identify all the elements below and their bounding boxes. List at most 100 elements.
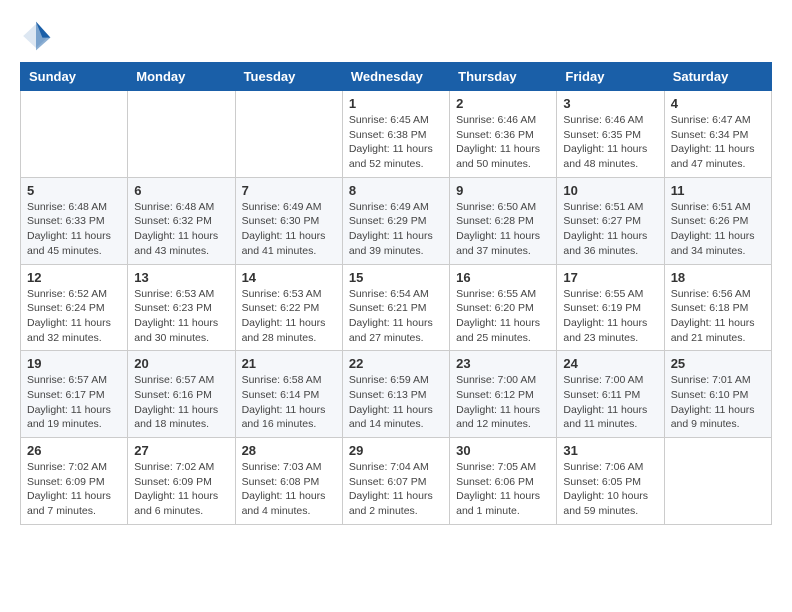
day-number: 7: [242, 183, 336, 198]
calendar-day-cell: 13 Sunrise: 6:53 AM Sunset: 6:23 PM Dayli…: [128, 264, 235, 351]
day-number: 8: [349, 183, 443, 198]
day-number: 28: [242, 443, 336, 458]
calendar-day-cell: 18Sunrise: 6:56 AM Sunset: 6:18 PM Dayli…: [664, 264, 771, 351]
day-info: Sunrise: 7:02 AM Sunset: 6:09 PM Dayligh…: [134, 460, 228, 519]
calendar-day-cell: 17Sunrise: 6:55 AM Sunset: 6:19 PM Dayli…: [557, 264, 664, 351]
calendar-week-row: 26 Sunrise: 7:02 AM Sunset: 6:09 PM Dayli…: [21, 438, 772, 525]
day-number: 26: [27, 443, 121, 458]
calendar-day-cell: [664, 438, 771, 525]
calendar-week-row: 12Sunrise: 6:52 AM Sunset: 6:24 PM Dayli…: [21, 264, 772, 351]
day-info: Sunrise: 6:48 AM Sunset: 6:33 PM Dayligh…: [27, 200, 121, 259]
day-info: Sunrise: 6:48 AM Sunset: 6:32 PM Dayligh…: [134, 200, 228, 259]
page-header: [20, 20, 772, 52]
day-info: Sunrise: 6:59 AM Sunset: 6:13 PM Dayligh…: [349, 373, 443, 432]
day-number: 2: [456, 96, 550, 111]
day-number: 13: [134, 270, 228, 285]
day-number: 21: [242, 356, 336, 371]
day-info: Sunrise: 7:00 AM Sunset: 6:11 PM Dayligh…: [563, 373, 657, 432]
calendar-day-cell: [235, 91, 342, 178]
calendar-day-cell: 31 Sunrise: 7:06 AM Sunset: 6:05 PM Dayli…: [557, 438, 664, 525]
day-number: 29: [349, 443, 443, 458]
day-number: 5: [27, 183, 121, 198]
calendar-day-cell: 16 Sunrise: 6:55 AM Sunset: 6:20 PM Dayli…: [450, 264, 557, 351]
day-info: Sunrise: 7:05 AM Sunset: 6:06 PM Dayligh…: [456, 460, 550, 519]
calendar-day-cell: 10Sunrise: 6:51 AM Sunset: 6:27 PM Dayli…: [557, 177, 664, 264]
calendar-day-cell: 5 Sunrise: 6:48 AM Sunset: 6:33 PM Daylig…: [21, 177, 128, 264]
calendar-day-cell: 2 Sunrise: 6:46 AM Sunset: 6:36 PM Daylig…: [450, 91, 557, 178]
day-number: 12: [27, 270, 121, 285]
day-number: 9: [456, 183, 550, 198]
calendar-day-header: Thursday: [450, 63, 557, 91]
day-number: 18: [671, 270, 765, 285]
calendar-day-cell: 3Sunrise: 6:46 AM Sunset: 6:35 PM Daylig…: [557, 91, 664, 178]
calendar-day-cell: [21, 91, 128, 178]
day-info: Sunrise: 6:58 AM Sunset: 6:14 PM Dayligh…: [242, 373, 336, 432]
day-info: Sunrise: 6:57 AM Sunset: 6:17 PM Dayligh…: [27, 373, 121, 432]
day-number: 30: [456, 443, 550, 458]
day-info: Sunrise: 6:46 AM Sunset: 6:35 PM Dayligh…: [563, 113, 657, 172]
day-number: 25: [671, 356, 765, 371]
calendar-day-header: Friday: [557, 63, 664, 91]
day-info: Sunrise: 7:03 AM Sunset: 6:08 PM Dayligh…: [242, 460, 336, 519]
day-number: 15: [349, 270, 443, 285]
calendar-day-cell: 28 Sunrise: 7:03 AM Sunset: 6:08 PM Dayli…: [235, 438, 342, 525]
day-info: Sunrise: 6:49 AM Sunset: 6:29 PM Dayligh…: [349, 200, 443, 259]
day-number: 4: [671, 96, 765, 111]
day-info: Sunrise: 6:47 AM Sunset: 6:34 PM Dayligh…: [671, 113, 765, 172]
day-number: 27: [134, 443, 228, 458]
calendar-day-cell: 6 Sunrise: 6:48 AM Sunset: 6:32 PM Daylig…: [128, 177, 235, 264]
day-info: Sunrise: 7:06 AM Sunset: 6:05 PM Dayligh…: [563, 460, 657, 519]
calendar-day-cell: 8 Sunrise: 6:49 AM Sunset: 6:29 PM Daylig…: [342, 177, 449, 264]
day-info: Sunrise: 6:45 AM Sunset: 6:38 PM Dayligh…: [349, 113, 443, 172]
day-number: 20: [134, 356, 228, 371]
day-number: 22: [349, 356, 443, 371]
calendar-day-cell: 7 Sunrise: 6:49 AM Sunset: 6:30 PM Daylig…: [235, 177, 342, 264]
day-number: 14: [242, 270, 336, 285]
calendar-day-cell: 24Sunrise: 7:00 AM Sunset: 6:11 PM Dayli…: [557, 351, 664, 438]
day-number: 11: [671, 183, 765, 198]
day-info: Sunrise: 7:02 AM Sunset: 6:09 PM Dayligh…: [27, 460, 121, 519]
calendar-day-cell: 4 Sunrise: 6:47 AM Sunset: 6:34 PM Daylig…: [664, 91, 771, 178]
calendar-day-cell: 12Sunrise: 6:52 AM Sunset: 6:24 PM Dayli…: [21, 264, 128, 351]
calendar-day-header: Wednesday: [342, 63, 449, 91]
calendar-day-cell: 26 Sunrise: 7:02 AM Sunset: 6:09 PM Dayli…: [21, 438, 128, 525]
day-number: 19: [27, 356, 121, 371]
day-info: Sunrise: 7:00 AM Sunset: 6:12 PM Dayligh…: [456, 373, 550, 432]
day-info: Sunrise: 6:46 AM Sunset: 6:36 PM Dayligh…: [456, 113, 550, 172]
day-info: Sunrise: 6:57 AM Sunset: 6:16 PM Dayligh…: [134, 373, 228, 432]
calendar-day-cell: 21 Sunrise: 6:58 AM Sunset: 6:14 PM Dayli…: [235, 351, 342, 438]
calendar-day-cell: 25Sunrise: 7:01 AM Sunset: 6:10 PM Dayli…: [664, 351, 771, 438]
calendar-day-cell: 30 Sunrise: 7:05 AM Sunset: 6:06 PM Dayli…: [450, 438, 557, 525]
day-number: 17: [563, 270, 657, 285]
day-info: Sunrise: 6:54 AM Sunset: 6:21 PM Dayligh…: [349, 287, 443, 346]
calendar-day-cell: 14 Sunrise: 6:53 AM Sunset: 6:22 PM Dayli…: [235, 264, 342, 351]
day-info: Sunrise: 6:51 AM Sunset: 6:27 PM Dayligh…: [563, 200, 657, 259]
day-info: Sunrise: 7:04 AM Sunset: 6:07 PM Dayligh…: [349, 460, 443, 519]
calendar-day-cell: 29 Sunrise: 7:04 AM Sunset: 6:07 PM Dayli…: [342, 438, 449, 525]
calendar-day-header: Monday: [128, 63, 235, 91]
day-number: 16: [456, 270, 550, 285]
logo-icon: [20, 20, 52, 52]
day-info: Sunrise: 6:53 AM Sunset: 6:22 PM Dayligh…: [242, 287, 336, 346]
calendar-day-cell: 23 Sunrise: 7:00 AM Sunset: 6:12 PM Dayli…: [450, 351, 557, 438]
day-number: 1: [349, 96, 443, 111]
day-info: Sunrise: 6:51 AM Sunset: 6:26 PM Dayligh…: [671, 200, 765, 259]
calendar-table: SundayMondayTuesdayWednesdayThursdayFrid…: [20, 62, 772, 525]
day-info: Sunrise: 6:50 AM Sunset: 6:28 PM Dayligh…: [456, 200, 550, 259]
calendar-week-row: 1 Sunrise: 6:45 AM Sunset: 6:38 PM Daylig…: [21, 91, 772, 178]
calendar-header-row: SundayMondayTuesdayWednesdayThursdayFrid…: [21, 63, 772, 91]
calendar-day-header: Tuesday: [235, 63, 342, 91]
calendar-day-cell: 9 Sunrise: 6:50 AM Sunset: 6:28 PM Daylig…: [450, 177, 557, 264]
calendar-day-cell: 20 Sunrise: 6:57 AM Sunset: 6:16 PM Dayli…: [128, 351, 235, 438]
day-number: 31: [563, 443, 657, 458]
day-number: 23: [456, 356, 550, 371]
calendar-day-cell: 22 Sunrise: 6:59 AM Sunset: 6:13 PM Dayli…: [342, 351, 449, 438]
calendar-day-cell: 27 Sunrise: 7:02 AM Sunset: 6:09 PM Dayli…: [128, 438, 235, 525]
day-info: Sunrise: 6:53 AM Sunset: 6:23 PM Dayligh…: [134, 287, 228, 346]
day-number: 6: [134, 183, 228, 198]
day-info: Sunrise: 6:55 AM Sunset: 6:20 PM Dayligh…: [456, 287, 550, 346]
calendar-day-header: Saturday: [664, 63, 771, 91]
calendar-week-row: 5 Sunrise: 6:48 AM Sunset: 6:33 PM Daylig…: [21, 177, 772, 264]
day-info: Sunrise: 6:49 AM Sunset: 6:30 PM Dayligh…: [242, 200, 336, 259]
calendar-day-cell: 15 Sunrise: 6:54 AM Sunset: 6:21 PM Dayli…: [342, 264, 449, 351]
